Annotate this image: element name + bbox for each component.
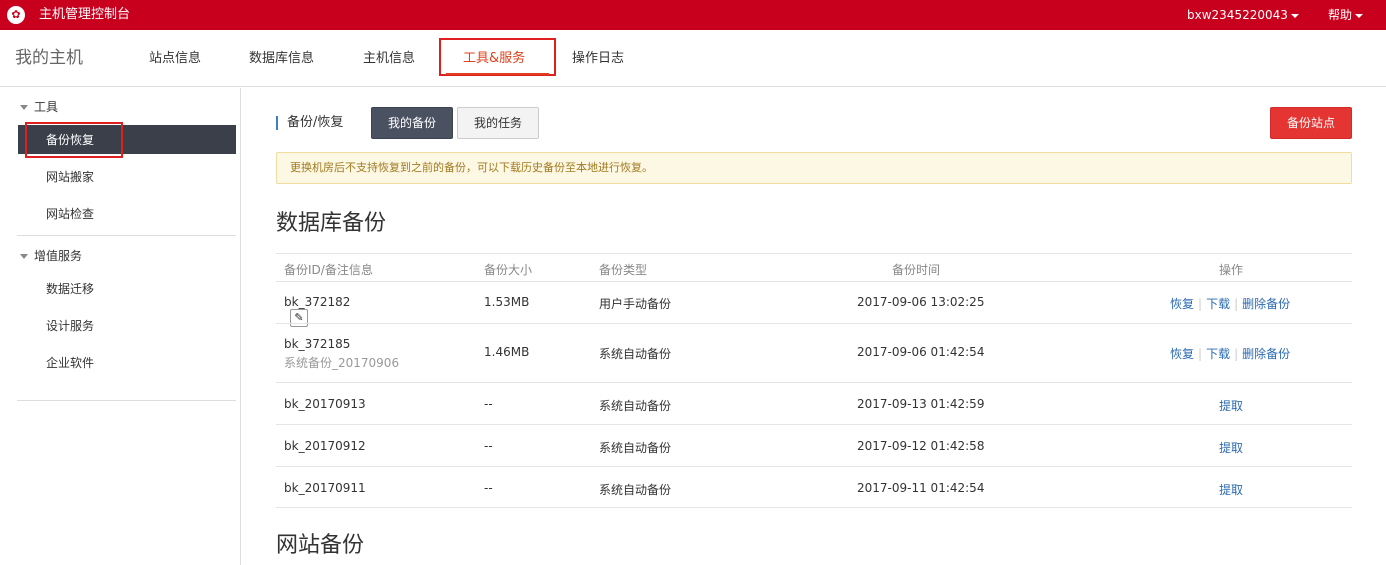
notice-banner: 更换机房后不支持恢复到之前的备份，可以下载历史备份至本地进行恢复。 bbox=[276, 152, 1352, 184]
db-backup-table: 备份ID/备注信息 备份大小 备份类型 备份时间 操作 bk_372182 ✎ … bbox=[276, 253, 1352, 508]
sidebar-item-enterprise-software[interactable]: 企业软件 bbox=[46, 354, 94, 371]
sidebar-item-data-migration[interactable]: 数据迁移 bbox=[46, 280, 94, 297]
triangle-down-icon bbox=[20, 254, 28, 259]
backup-id: bk_20170913 bbox=[284, 397, 366, 411]
help-label: 帮助 bbox=[1328, 8, 1353, 22]
sidebar-group-label: 增值服务 bbox=[34, 249, 83, 263]
delete-backup-link[interactable]: 删除备份 bbox=[1242, 347, 1290, 361]
table-row: bk_372182 ✎ 1.53MB 用户手动备份 2017-09-06 13:… bbox=[276, 281, 1352, 327]
backup-size: 1.46MB bbox=[484, 345, 530, 359]
site-backup-title: 网站备份 bbox=[276, 533, 365, 558]
backup-site-button[interactable]: 备份站点 bbox=[1270, 107, 1352, 139]
backup-type: 系统自动备份 bbox=[599, 483, 672, 497]
user-name: bxw2345220043 bbox=[1187, 8, 1288, 22]
sidebar-item-site-check[interactable]: 网站检查 bbox=[46, 205, 94, 222]
sidebar-item-site-move[interactable]: 网站搬家 bbox=[46, 168, 94, 185]
backup-time: 2017-09-11 01:42:54 bbox=[857, 481, 985, 495]
sidebar-item-design-service[interactable]: 设计服务 bbox=[46, 317, 94, 334]
tab-database-info[interactable]: 数据库信息 bbox=[249, 30, 314, 87]
col-header-time: 备份时间 bbox=[892, 263, 941, 277]
active-tab-highlight bbox=[439, 38, 556, 76]
sidebar-group-tools[interactable]: 工具 bbox=[20, 98, 58, 115]
table-row: bk_372185 系统备份_20170906 1.46MB 系统自动备份 20… bbox=[276, 323, 1352, 382]
delete-backup-link[interactable]: 删除备份 bbox=[1242, 297, 1290, 311]
table-row: bk_20170911 -- 系统自动备份 2017-09-11 01:42:5… bbox=[276, 466, 1352, 508]
sidebar-active-highlight bbox=[25, 122, 123, 158]
tab-site-info[interactable]: 站点信息 bbox=[149, 30, 201, 87]
app-title: 主机管理控制台 bbox=[39, 7, 131, 22]
backup-type: 系统自动备份 bbox=[599, 441, 672, 455]
tab-host-info[interactable]: 主机信息 bbox=[363, 30, 415, 87]
triangle-down-icon bbox=[20, 105, 28, 110]
section-label: 备份/恢复 bbox=[276, 116, 343, 130]
page-brand: 我的主机 bbox=[15, 48, 83, 68]
tab-operation-log[interactable]: 操作日志 bbox=[572, 30, 624, 87]
table-row: bk_20170913 -- 系统自动备份 2017-09-13 01:42:5… bbox=[276, 382, 1352, 424]
col-header-id: 备份ID/备注信息 bbox=[284, 263, 373, 277]
restore-link[interactable]: 恢复 bbox=[1170, 347, 1194, 361]
active-tab-underline bbox=[446, 73, 549, 75]
sidebar-divider bbox=[17, 400, 236, 401]
extract-link[interactable]: 提取 bbox=[1219, 397, 1243, 414]
extract-link[interactable]: 提取 bbox=[1219, 481, 1243, 498]
col-header-actions: 操作 bbox=[1219, 263, 1244, 277]
backup-time: 2017-09-06 01:42:54 bbox=[857, 345, 985, 359]
backup-size: -- bbox=[484, 397, 493, 411]
col-header-size: 备份大小 bbox=[484, 263, 533, 277]
extract-link[interactable]: 提取 bbox=[1219, 439, 1243, 456]
sidebar-group-value-added[interactable]: 增值服务 bbox=[20, 247, 82, 264]
main-content: 备份/恢复 我的备份 我的任务 备份站点 更换机房后不支持恢复到之前的备份，可以… bbox=[241, 88, 1386, 565]
backup-note: 系统备份_20170906 bbox=[284, 356, 400, 370]
help-menu[interactable]: 帮助 bbox=[1328, 0, 1364, 30]
sidebar-divider bbox=[17, 235, 236, 236]
user-menu[interactable]: bxw2345220043 bbox=[1187, 0, 1299, 30]
backup-type: 用户手动备份 bbox=[599, 297, 672, 311]
top-bar: ✿ 主机管理控制台 bxw2345220043 帮助 bbox=[0, 0, 1386, 30]
backup-size: -- bbox=[484, 481, 493, 495]
my-backup-tab[interactable]: 我的备份 bbox=[371, 107, 453, 139]
download-link[interactable]: 下载 bbox=[1206, 297, 1230, 311]
backup-size: 1.53MB bbox=[484, 295, 530, 309]
main-nav: 我的主机 站点信息 数据库信息 主机信息 工具&服务 操作日志 bbox=[0, 30, 1386, 87]
backup-type: 系统自动备份 bbox=[599, 347, 672, 361]
logo-icon: ✿ bbox=[7, 6, 25, 24]
backup-id: bk_20170912 bbox=[284, 439, 366, 453]
download-link[interactable]: 下载 bbox=[1206, 347, 1230, 361]
backup-time: 2017-09-12 01:42:58 bbox=[857, 439, 985, 453]
caret-down-icon bbox=[1290, 13, 1299, 18]
backup-size: -- bbox=[484, 439, 493, 453]
db-backup-title: 数据库备份 bbox=[276, 211, 387, 236]
backup-time: 2017-09-13 01:42:59 bbox=[857, 397, 985, 411]
sidebar-group-label: 工具 bbox=[34, 100, 59, 114]
sidebar: 工具 备份恢复 网站搬家 网站检查 增值服务 数据迁移 设计服务 企业软件 bbox=[0, 88, 241, 565]
row-actions: 恢复 | 下载 | 删除备份 bbox=[1170, 297, 1291, 311]
backup-id: bk_372182 bbox=[284, 295, 351, 309]
caret-down-icon bbox=[1355, 13, 1364, 18]
backup-type: 系统自动备份 bbox=[599, 399, 672, 413]
table-header: 备份ID/备注信息 备份大小 备份类型 备份时间 操作 bbox=[276, 253, 1352, 281]
col-header-type: 备份类型 bbox=[599, 263, 648, 277]
backup-time: 2017-09-06 13:02:25 bbox=[857, 295, 985, 309]
table-row: bk_20170912 -- 系统自动备份 2017-09-12 01:42:5… bbox=[276, 424, 1352, 466]
row-actions: 恢复 | 下载 | 删除备份 bbox=[1170, 347, 1291, 361]
backup-id: bk_20170911 bbox=[284, 481, 366, 495]
restore-link[interactable]: 恢复 bbox=[1170, 297, 1194, 311]
backup-id: bk_372185 bbox=[284, 337, 351, 351]
my-task-tab[interactable]: 我的任务 bbox=[457, 107, 539, 139]
